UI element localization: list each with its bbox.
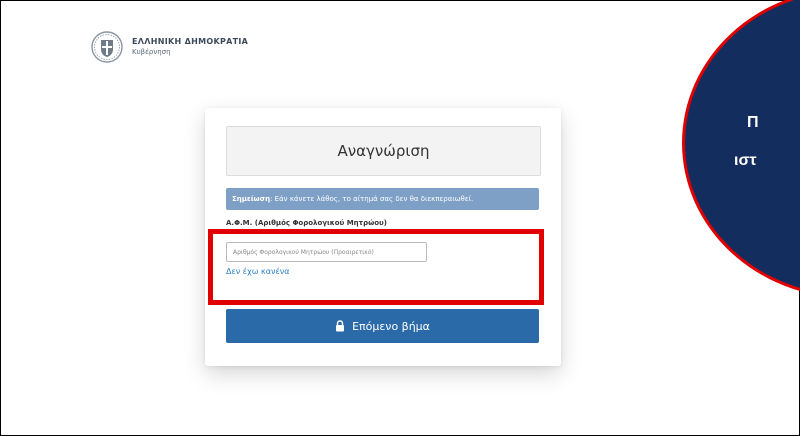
brand-title: ΕΛΛΗΝΙΚΗ ΔΗΜΟΚΡΑΤΙΑ [132,37,249,46]
tax-id-label: Α.Φ.Μ. (Αριθμός Φορολογικού Μητρώου) [226,219,387,227]
note-bold-label: Σημείωση [232,195,271,203]
highlight-box [208,229,544,305]
card-title: Αναγνώριση [226,126,541,176]
next-step-button[interactable]: Επόμενο βήμα [226,309,539,343]
government-emblem-icon [91,31,123,63]
note-text: : Εάν κάνετε λάθος, το αίτημά σας δεν θα… [270,195,474,203]
lock-icon [336,320,345,332]
brand-text: ΕΛΛΗΝΙΚΗ ΔΗΜΟΚΡΑΤΙΑ Κυβέρνηση [132,36,248,58]
brand-subtitle: Κυβέρνηση [132,48,171,56]
government-brand[interactable]: ΕΛΛΗΝΙΚΗ ΔΗΜΟΚΡΑΤΙΑ Κυβέρνηση [90,30,248,64]
warning-note: Σημείωση: Εάν κάνετε λάθος, το αίτημά σα… [226,188,539,210]
next-step-label: Επόμενο βήμα [352,319,430,333]
